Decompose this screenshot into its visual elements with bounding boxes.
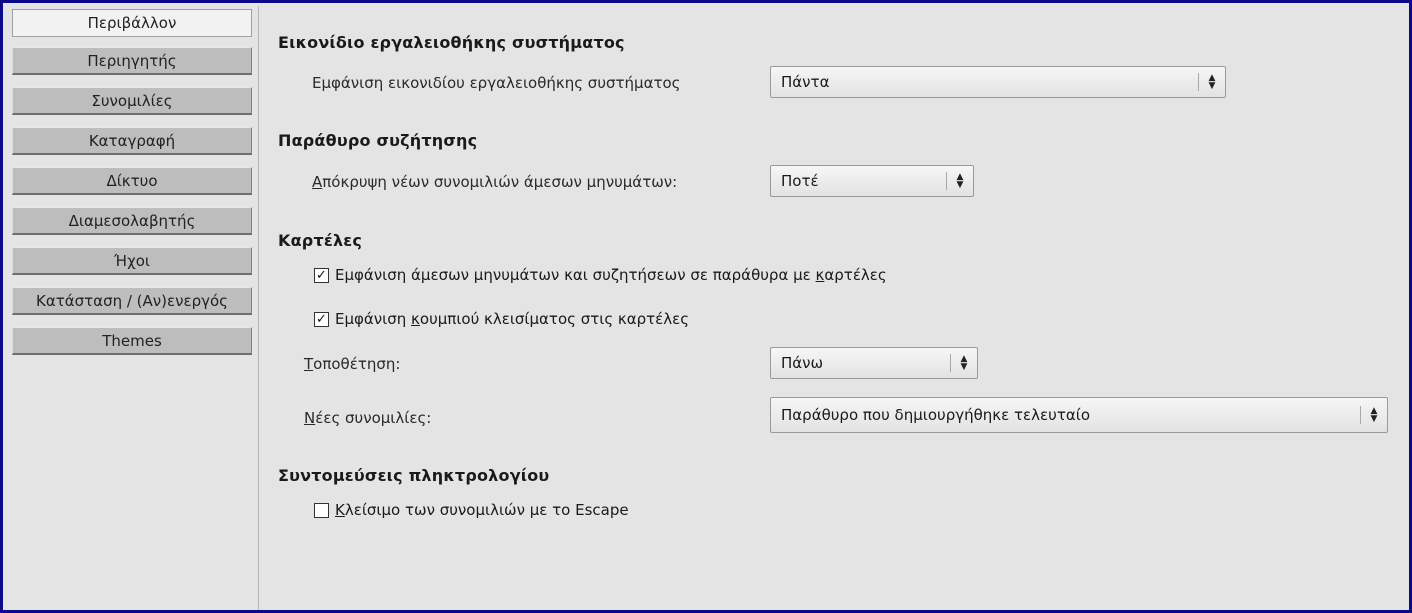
combo-separator bbox=[950, 354, 951, 372]
tab-conversations[interactable]: Συνομιλίες bbox=[12, 87, 252, 115]
close-with-escape-checkbox[interactable]: Κλείσιμο των συνομιλιών με το Escape bbox=[314, 501, 629, 519]
new-conversations-value: Παράθυρο που δημιουργήθηκε τελευταίο bbox=[781, 406, 1090, 424]
section-title-keyboard-shortcuts: Συντομεύσεις πληκτρολογίου bbox=[278, 466, 550, 485]
show-close-button-checkbox[interactable]: ✓ Εμφάνιση κουμπιού κλεισίματος στις καρ… bbox=[314, 310, 689, 328]
hide-new-ims-select[interactable]: Ποτέ ▲ ▼ bbox=[770, 165, 974, 197]
placement-label: Τοποθέτηση: bbox=[304, 355, 401, 373]
system-tray-show-select[interactable]: Πάντα ▲ ▼ bbox=[770, 66, 1226, 98]
combo-separator bbox=[1198, 73, 1199, 91]
tab-interface[interactable]: Περιβάλλον bbox=[12, 9, 252, 37]
tab-themes[interactable]: Themes bbox=[12, 327, 252, 355]
hide-new-ims-value: Ποτέ bbox=[781, 172, 819, 190]
combo-separator bbox=[1360, 406, 1361, 424]
tab-network[interactable]: Δίκτυο bbox=[12, 167, 252, 195]
sidebar: Περιβάλλον Περιηγητής Συνομιλίες Καταγρα… bbox=[6, 6, 259, 610]
system-tray-show-label: Εμφάνιση εικονιδίου εργαλειοθήκης συστήμ… bbox=[312, 74, 681, 92]
hide-new-ims-label: Απόκρυψη νέων συνομιλιών άμεσων μηνυμάτω… bbox=[312, 173, 678, 191]
close-with-escape-label: Κλείσιμο των συνομιλιών με το Escape bbox=[335, 501, 629, 519]
tab-proxy[interactable]: Διαμεσολαβητής bbox=[12, 207, 252, 235]
spinner-arrows-icon: ▲ ▼ bbox=[1370, 406, 1378, 424]
tab-browser[interactable]: Περιηγητής bbox=[12, 47, 252, 75]
tab-logging[interactable]: Καταγραφή bbox=[12, 127, 252, 155]
show-close-button-label: Εμφάνιση κουμπιού κλεισίματος στις καρτέ… bbox=[335, 310, 690, 328]
show-ims-in-tabs-checkbox[interactable]: ✓ Εμφάνιση άμεσων μηνυμάτων και συζητήσε… bbox=[314, 266, 887, 284]
spinner-arrows-icon: ▲ ▼ bbox=[956, 172, 964, 190]
section-title-tabs: Καρτέλες bbox=[278, 231, 363, 250]
interface-panel: Εικονίδιο εργαλειοθήκης συστήματος Εμφάν… bbox=[262, 0, 1412, 613]
checkbox-checked-icon: ✓ bbox=[314, 311, 329, 327]
show-ims-in-tabs-label: Εμφάνιση άμεσων μηνυμάτων και συζητήσεων… bbox=[335, 266, 887, 284]
checkbox-checked-icon: ✓ bbox=[314, 267, 329, 283]
section-title-system-tray: Εικονίδιο εργαλειοθήκης συστήματος bbox=[278, 33, 625, 52]
tab-sounds[interactable]: Ήχοι bbox=[12, 247, 252, 275]
spinner-arrows-icon: ▲ ▼ bbox=[1208, 73, 1216, 91]
tab-status-idle[interactable]: Κατάσταση / (Αν)ενεργός bbox=[12, 287, 252, 315]
section-title-conversation-window: Παράθυρο συζήτησης bbox=[278, 131, 478, 150]
new-conversations-label: Νέες συνομιλίες: bbox=[304, 409, 432, 427]
placement-select[interactable]: Πάνω ▲ ▼ bbox=[770, 347, 978, 379]
spinner-arrows-icon: ▲ ▼ bbox=[960, 354, 968, 372]
new-conversations-select[interactable]: Παράθυρο που δημιουργήθηκε τελευταίο ▲ ▼ bbox=[770, 397, 1388, 433]
system-tray-show-value: Πάντα bbox=[781, 73, 830, 91]
combo-separator bbox=[946, 172, 947, 190]
checkbox-unchecked-icon bbox=[314, 502, 329, 518]
placement-value: Πάνω bbox=[781, 354, 824, 372]
